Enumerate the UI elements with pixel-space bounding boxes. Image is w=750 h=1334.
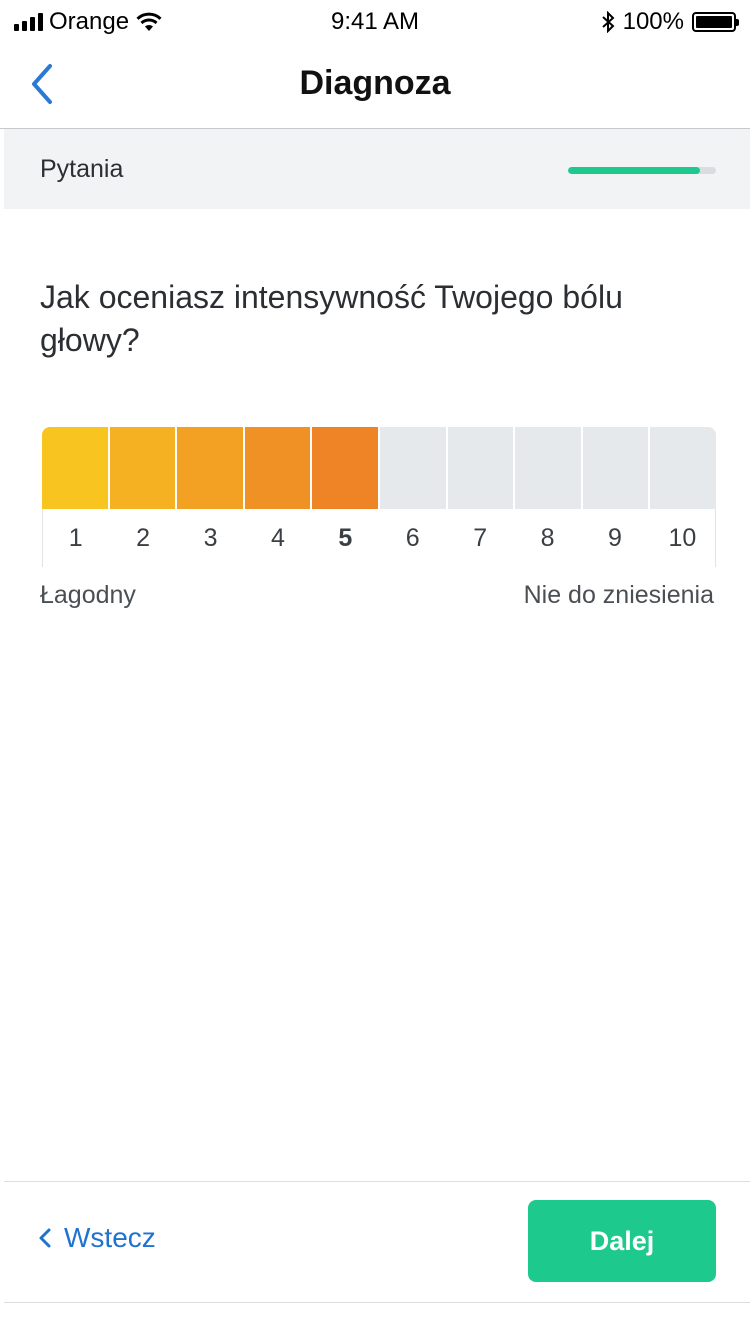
scale-cell-9[interactable] [582, 427, 651, 509]
scale-number-7[interactable]: 7 [446, 509, 513, 567]
scale-cell-2[interactable] [109, 427, 178, 509]
scale-number-9[interactable]: 9 [581, 509, 648, 567]
scale-cell-1[interactable] [42, 427, 110, 509]
battery-percent: 100% [622, 8, 684, 35]
status-right: 100% [601, 8, 739, 36]
scale-numbers: 1 2 3 4 5 6 7 8 9 10 [42, 509, 716, 567]
back-link[interactable]: Wstecz [38, 1222, 156, 1254]
scale-number-2[interactable]: 2 [109, 509, 176, 567]
progress-header: Pytania [4, 129, 750, 209]
scale-min-label: Łagodny [40, 581, 136, 609]
footer-bar: Wstecz Dalej [4, 1181, 750, 1303]
scale-cell-6[interactable] [379, 427, 448, 509]
question-text: Jak oceniasz intensywność Twojego bólu g… [40, 279, 623, 358]
progress-bar [568, 167, 716, 174]
battery-icon [692, 12, 739, 32]
scale-max-label: Nie do zniesienia [523, 581, 714, 609]
page-title: Diagnoza [299, 64, 451, 102]
scale-cell-3[interactable] [177, 427, 245, 509]
bluetooth-icon [601, 11, 615, 33]
status-bar: Orange 9:41 AM 100% [0, 0, 750, 40]
scale-number-10[interactable]: 10 [649, 509, 716, 567]
scale-number-4[interactable]: 4 [244, 509, 311, 567]
scale-number-5[interactable]: 5 [312, 509, 379, 567]
scale-cell-10[interactable] [650, 427, 716, 509]
scale-number-1[interactable]: 1 [42, 509, 109, 567]
pain-scale: 1 2 3 4 5 6 7 8 9 10 [42, 427, 716, 567]
scale-cells [42, 427, 716, 509]
navigation-bar: Diagnoza [0, 40, 750, 129]
diagnosis-screen: Orange 9:41 AM 100% Diagnoza Pytania Jak… [0, 0, 750, 1334]
scale-cell-5[interactable] [312, 427, 380, 509]
chevron-left-icon [39, 1228, 51, 1248]
next-button[interactable]: Dalej [528, 1200, 716, 1282]
scale-number-3[interactable]: 3 [177, 509, 244, 567]
scale-cell-4[interactable] [244, 427, 313, 509]
scale-cell-7[interactable] [447, 427, 516, 509]
scale-cell-8[interactable] [515, 427, 583, 509]
progress-bar-fill [568, 167, 700, 174]
scale-number-6[interactable]: 6 [379, 509, 446, 567]
back-link-label: Wstecz [64, 1222, 156, 1253]
progress-label: Pytania [40, 155, 124, 183]
scale-number-8[interactable]: 8 [514, 509, 581, 567]
